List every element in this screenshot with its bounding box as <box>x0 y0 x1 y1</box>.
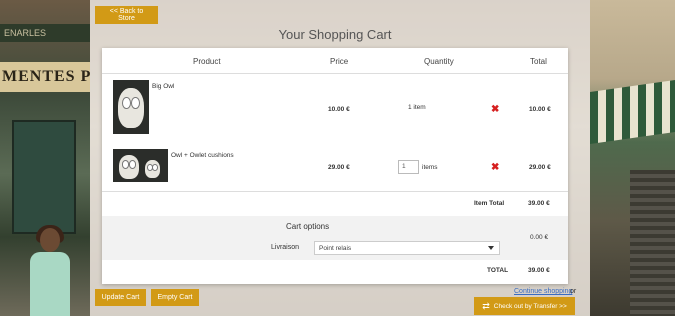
item-total-label: Item Total <box>474 200 505 207</box>
column-header-quantity: Quantity <box>424 57 454 66</box>
item-total-value: 39.00 € <box>528 200 550 207</box>
grand-total-label: TOTAL <box>487 267 509 274</box>
owlet-cushion-icon <box>145 160 160 178</box>
item-total: 29.00 € <box>529 164 551 171</box>
shipping-label: Livraison <box>271 244 300 251</box>
quantity-input[interactable]: 1 <box>398 160 419 174</box>
item-price: 29.00 € <box>328 164 350 171</box>
back-to-store-button[interactable]: << Back to Store <box>95 6 158 24</box>
divider <box>102 191 568 192</box>
background-storefront-right <box>590 0 675 316</box>
remove-item-icon[interactable]: ✖ <box>491 105 499 115</box>
item-quantity: 1 item <box>408 104 426 111</box>
product-image-owl-cushions[interactable] <box>113 149 168 182</box>
checkout-label: Check out by Transfer >> <box>493 302 567 310</box>
empty-cart-button[interactable]: Empty Cart <box>151 289 199 306</box>
storefront-door <box>12 120 76 234</box>
product-name[interactable]: Owl + Owlet cushions <box>171 152 234 159</box>
chevron-down-icon <box>488 246 494 250</box>
striped-awning <box>590 80 675 144</box>
divider <box>102 73 568 74</box>
checkout-button[interactable]: ⇄ Check out by Transfer >> <box>474 297 575 315</box>
quantity-unit: items <box>422 164 438 171</box>
storefront-sign: MENTES PA <box>0 62 92 92</box>
remove-item-icon[interactable]: ✖ <box>491 163 499 173</box>
owl-figurine-icon <box>118 88 144 128</box>
item-total: 10.00 € <box>529 106 551 113</box>
column-header-price: Price <box>330 57 349 66</box>
shipping-selected-value: Point relais <box>319 245 352 252</box>
page-title: Your Shopping Cart <box>278 27 392 42</box>
owl-cushion-icon <box>119 155 139 179</box>
shipping-cost: 0.00 € <box>530 234 549 241</box>
update-cart-button[interactable]: Update Cart <box>95 289 146 306</box>
product-name[interactable]: Big Owl <box>152 83 174 90</box>
column-header-product: Product <box>193 57 221 66</box>
or-text: or <box>570 288 577 295</box>
column-header-total: Total <box>530 57 547 66</box>
product-image-big-owl[interactable] <box>113 80 149 134</box>
cart-options-title: Cart options <box>286 222 330 231</box>
continue-shopping-link[interactable]: Continue shopping <box>514 288 572 295</box>
storefront-small-sign: ENARLES <box>0 24 94 42</box>
cart-table: Product Price Quantity Total Big Owl 10.… <box>102 48 568 284</box>
grand-total-value: 39.00 € <box>528 267 550 274</box>
shipping-select[interactable]: Point relais <box>314 241 500 255</box>
rolling-shutter <box>630 170 675 316</box>
item-price: 10.00 € <box>328 106 350 113</box>
transfer-icon: ⇄ <box>482 300 490 311</box>
background-person <box>22 225 77 316</box>
